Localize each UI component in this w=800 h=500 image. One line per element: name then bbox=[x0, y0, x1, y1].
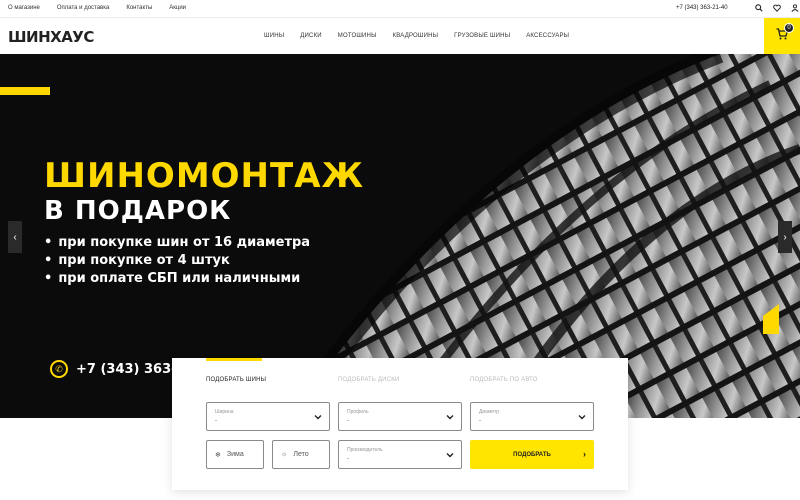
tire-picker: ПОДОБРАТЬ ШИНЫ ПОДОБРАТЬ ДИСКИ ПОДОБРАТЬ… bbox=[172, 358, 628, 490]
picker-tabs: ПОДОБРАТЬ ШИНЫ ПОДОБРАТЬ ДИСКИ ПОДОБРАТЬ… bbox=[206, 377, 602, 383]
header: ШИНХАУС ШИНЫ ДИСКИ МОТОШИНЫ КВАДРОШИНЫ Г… bbox=[0, 18, 800, 54]
chevron-down-icon bbox=[446, 453, 454, 458]
submit-pick-button[interactable]: ПОДОБРАТЬ › bbox=[470, 440, 594, 469]
cart-button[interactable]: 0 bbox=[764, 18, 800, 54]
winter-toggle[interactable]: ❄ Зима bbox=[206, 440, 264, 469]
accent-stripe bbox=[0, 87, 50, 95]
search-icon[interactable] bbox=[754, 3, 764, 13]
slider-prev-button[interactable]: ‹ bbox=[8, 221, 22, 253]
logo[interactable]: ШИНХАУС bbox=[8, 28, 94, 46]
summer-label: Лето bbox=[293, 451, 309, 458]
active-tab-indicator bbox=[206, 358, 262, 361]
hero-conditions: при покупке шин от 16 диаметра при покуп… bbox=[44, 234, 310, 288]
width-value: - bbox=[215, 418, 217, 424]
diameter-value: - bbox=[479, 418, 481, 424]
nav-quad-tires[interactable]: КВАДРОШИНЫ bbox=[393, 33, 439, 39]
main-nav: ШИНЫ ДИСКИ МОТОШИНЫ КВАДРОШИНЫ ГРУЗОВЫЕ … bbox=[264, 33, 569, 39]
link-promotions[interactable]: Акции bbox=[169, 5, 186, 11]
diameter-select[interactable]: Диаметр - bbox=[470, 402, 594, 431]
chevron-down-icon bbox=[314, 415, 322, 420]
manufacturer-label: Производитель bbox=[347, 447, 383, 453]
submit-label: ПОДОБРАТЬ bbox=[513, 451, 551, 458]
diameter-label: Диаметр bbox=[479, 409, 500, 415]
tab-pick-by-car[interactable]: ПОДОБРАТЬ ПО АВТО bbox=[470, 377, 602, 383]
nav-wheels[interactable]: ДИСКИ bbox=[300, 33, 322, 39]
profile-select[interactable]: Профиль - bbox=[338, 402, 462, 431]
top-bar: О магазине Оплата и доставка Контакты Ак… bbox=[0, 0, 800, 18]
link-about[interactable]: О магазине bbox=[8, 5, 40, 11]
manufacturer-select[interactable]: Производитель - bbox=[338, 440, 462, 469]
nav-accessories[interactable]: АКСЕССУАРЫ bbox=[526, 33, 569, 39]
chevron-right-icon: › bbox=[583, 449, 586, 459]
condition-item: при покупке шин от 16 диаметра bbox=[44, 234, 310, 252]
nav-truck-tires[interactable]: ГРУЗОВЫЕ ШИНЫ bbox=[454, 33, 510, 39]
top-links: О магазине Оплата и доставка Контакты Ак… bbox=[8, 5, 186, 11]
user-icon[interactable] bbox=[790, 3, 800, 13]
summer-toggle[interactable]: ☼ Лето bbox=[272, 440, 330, 469]
phone-icon: ✆ bbox=[50, 360, 68, 378]
cart-count-badge: 0 bbox=[784, 23, 794, 33]
condition-item: при оплате СБП или наличными bbox=[44, 270, 310, 288]
slider-next-button[interactable]: › bbox=[778, 221, 792, 253]
tab-pick-tires[interactable]: ПОДОБРАТЬ ШИНЫ bbox=[206, 377, 338, 383]
top-phone[interactable]: +7 (343) 363-21-40 bbox=[676, 5, 728, 11]
width-select[interactable]: Ширина - bbox=[206, 402, 330, 431]
hero-subtitle: В ПОДАРОК bbox=[44, 196, 232, 226]
hero-title: ШИНОМОНТАЖ bbox=[44, 156, 365, 196]
width-label: Ширина bbox=[215, 409, 234, 415]
link-payment-delivery[interactable]: Оплата и доставка bbox=[57, 5, 109, 11]
nav-moto-tires[interactable]: МОТОШИНЫ bbox=[338, 33, 377, 39]
sun-icon: ☼ bbox=[281, 451, 288, 458]
tab-pick-wheels[interactable]: ПОДОБРАТЬ ДИСКИ bbox=[338, 377, 470, 383]
profile-label: Профиль bbox=[347, 409, 369, 415]
condition-item: при покупке от 4 штук bbox=[44, 252, 310, 270]
manufacturer-value: - bbox=[347, 456, 349, 462]
chevron-down-icon bbox=[446, 415, 454, 420]
heart-icon[interactable] bbox=[772, 3, 782, 13]
snowflake-icon: ❄ bbox=[215, 451, 221, 459]
profile-value: - bbox=[347, 418, 349, 424]
chevron-down-icon bbox=[578, 415, 586, 420]
nav-tires[interactable]: ШИНЫ bbox=[264, 33, 284, 39]
link-contacts[interactable]: Контакты bbox=[126, 5, 152, 11]
winter-label: Зима bbox=[226, 451, 244, 458]
